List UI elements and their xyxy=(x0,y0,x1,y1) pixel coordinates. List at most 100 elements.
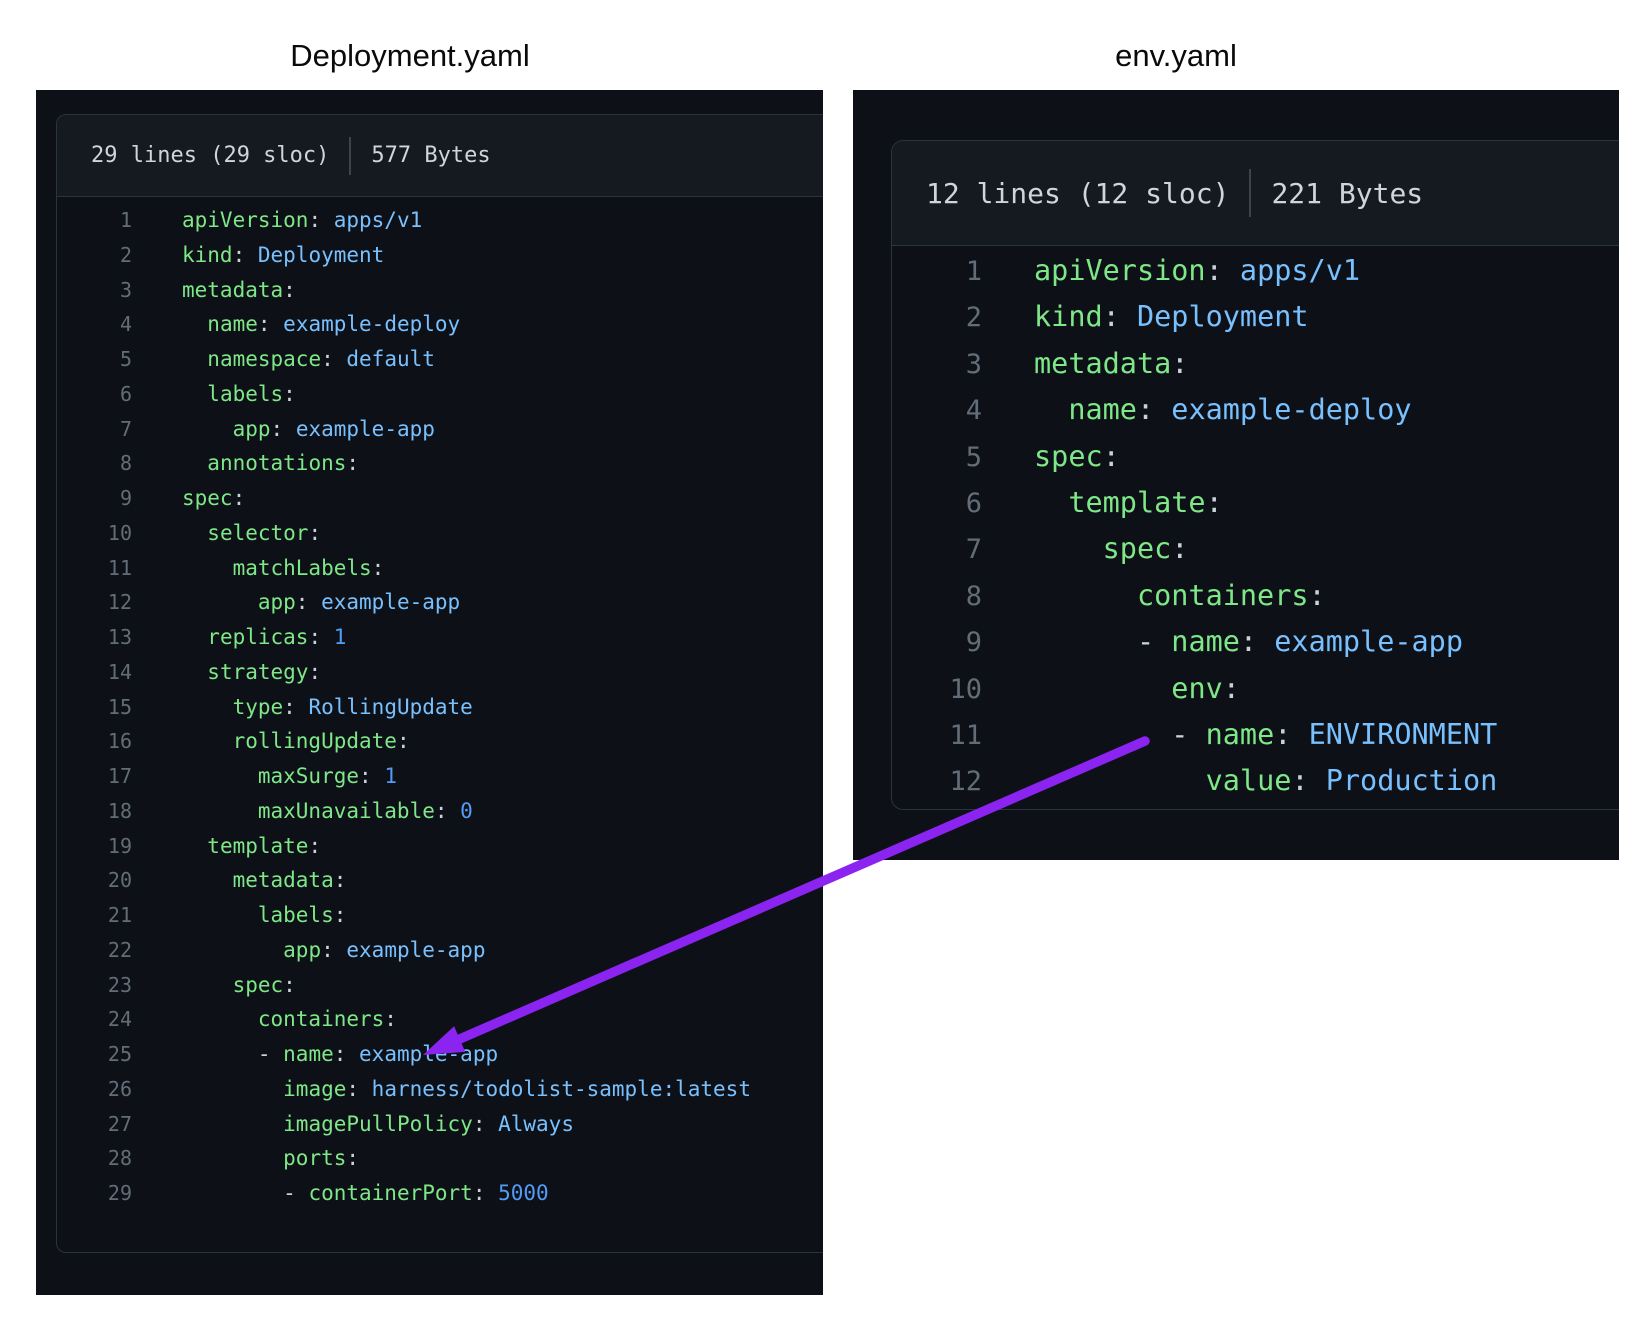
code-line: 3metadata: xyxy=(892,341,1619,387)
line-number: 3 xyxy=(892,342,982,388)
code-line: 22 app: example-app xyxy=(57,933,823,968)
code-text: - name: example-app xyxy=(982,619,1463,665)
code-text: image: harness/todolist-sample:latest xyxy=(132,1072,751,1107)
line-number: 15 xyxy=(57,690,132,725)
line-number: 18 xyxy=(57,794,132,829)
line-number: 2 xyxy=(892,295,982,341)
code-text: metadata: xyxy=(982,341,1188,387)
code-text: containers: xyxy=(982,573,1326,619)
code-text: namespace: default xyxy=(132,342,435,377)
env-lines-count: 12 lines (12 sloc) xyxy=(926,177,1229,210)
code-line: 19 template: xyxy=(57,829,823,864)
code-text: template: xyxy=(132,829,321,864)
code-text: selector: xyxy=(132,516,321,551)
code-text: labels: xyxy=(132,898,346,933)
code-line: 9spec: xyxy=(57,481,823,516)
code-line: 3metadata: xyxy=(57,273,823,308)
code-line: 10 selector: xyxy=(57,516,823,551)
line-number: 5 xyxy=(892,435,982,481)
code-text: app: example-app xyxy=(132,933,485,968)
code-text: maxUnavailable: 0 xyxy=(132,794,473,829)
env-file-size: 221 Bytes xyxy=(1271,177,1423,210)
code-line: 18 maxUnavailable: 0 xyxy=(57,794,823,829)
line-number: 6 xyxy=(892,481,982,527)
code-text: matchLabels: xyxy=(132,551,384,586)
code-text: strategy: xyxy=(132,655,321,690)
code-text: containers: xyxy=(132,1002,397,1037)
line-number: 25 xyxy=(57,1037,132,1072)
line-number: 28 xyxy=(57,1141,132,1176)
deployment-file-header: 29 lines (29 sloc) 577 Bytes xyxy=(57,115,823,197)
code-text: apiVersion: apps/v1 xyxy=(982,248,1360,294)
line-number: 2 xyxy=(57,238,132,273)
deployment-file-box: 29 lines (29 sloc) 577 Bytes 1apiVersion… xyxy=(56,114,823,1253)
code-line: 7 spec: xyxy=(892,526,1619,572)
code-line: 24 containers: xyxy=(57,1002,823,1037)
line-number: 26 xyxy=(57,1072,132,1107)
code-text: labels: xyxy=(132,377,296,412)
code-line: 11 matchLabels: xyxy=(57,551,823,586)
line-number: 5 xyxy=(57,342,132,377)
code-text: replicas: 1 xyxy=(132,620,346,655)
line-number: 16 xyxy=(57,724,132,759)
code-line: 2kind: Deployment xyxy=(57,238,823,273)
code-line: 8 containers: xyxy=(892,573,1619,619)
code-line: 21 labels: xyxy=(57,898,823,933)
code-line: 28 ports: xyxy=(57,1141,823,1176)
env-file-header: 12 lines (12 sloc) 221 Bytes xyxy=(892,141,1619,246)
code-text: apiVersion: apps/v1 xyxy=(132,203,422,238)
env-code-area: 1apiVersion: apps/v12kind: Deployment3me… xyxy=(892,246,1619,805)
code-text: spec: xyxy=(982,434,1120,480)
code-text: template: xyxy=(982,480,1223,526)
deployment-lines-count: 29 lines (29 sloc) xyxy=(91,143,329,168)
line-number: 10 xyxy=(892,667,982,713)
code-text: - name: example-app xyxy=(132,1037,498,1072)
code-text: env: xyxy=(982,666,1240,712)
line-number: 14 xyxy=(57,655,132,690)
code-text: maxSurge: 1 xyxy=(132,759,397,794)
file-title-env-yaml: env.yaml xyxy=(1115,38,1237,74)
code-text: app: example-app xyxy=(132,585,460,620)
header-divider xyxy=(349,137,351,175)
header-divider xyxy=(1249,169,1251,217)
code-text: - name: ENVIRONMENT xyxy=(982,712,1497,758)
code-line: 23 spec: xyxy=(57,968,823,1003)
code-line: 12 app: example-app xyxy=(57,585,823,620)
line-number: 22 xyxy=(57,933,132,968)
line-number: 9 xyxy=(892,620,982,666)
line-number: 20 xyxy=(57,863,132,898)
line-number: 12 xyxy=(57,585,132,620)
code-line: 1apiVersion: apps/v1 xyxy=(57,203,823,238)
env-file-box: 12 lines (12 sloc) 221 Bytes 1apiVersion… xyxy=(891,140,1619,810)
line-number: 12 xyxy=(892,759,982,805)
code-line: 8 annotations: xyxy=(57,446,823,481)
code-line: 11 - name: ENVIRONMENT xyxy=(892,712,1619,758)
deployment-file-size: 577 Bytes xyxy=(371,143,490,168)
code-text: ports: xyxy=(132,1141,359,1176)
code-text: value: Production xyxy=(982,758,1497,804)
code-line: 10 env: xyxy=(892,666,1619,712)
code-line: 6 labels: xyxy=(57,377,823,412)
env-yaml-panel: 12 lines (12 sloc) 221 Bytes 1apiVersion… xyxy=(853,90,1619,860)
line-number: 8 xyxy=(57,446,132,481)
line-number: 6 xyxy=(57,377,132,412)
code-text: kind: Deployment xyxy=(982,294,1309,340)
code-line: 9 - name: example-app xyxy=(892,619,1619,665)
line-number: 17 xyxy=(57,759,132,794)
code-line: 20 metadata: xyxy=(57,863,823,898)
code-line: 15 type: RollingUpdate xyxy=(57,690,823,725)
page: Deployment.yaml env.yaml 29 lines (29 sl… xyxy=(0,0,1646,1317)
line-number: 1 xyxy=(892,249,982,295)
code-text: imagePullPolicy: Always xyxy=(132,1107,574,1142)
line-number: 7 xyxy=(892,527,982,573)
code-text: metadata: xyxy=(132,273,296,308)
code-text: - containerPort: 5000 xyxy=(132,1176,549,1211)
code-text: spec: xyxy=(132,968,296,1003)
code-line: 26 image: harness/todolist-sample:latest xyxy=(57,1072,823,1107)
code-line: 5spec: xyxy=(892,434,1619,480)
code-text: type: RollingUpdate xyxy=(132,690,473,725)
code-text: spec: xyxy=(132,481,245,516)
code-text: app: example-app xyxy=(132,412,435,447)
line-number: 23 xyxy=(57,968,132,1003)
line-number: 8 xyxy=(892,574,982,620)
